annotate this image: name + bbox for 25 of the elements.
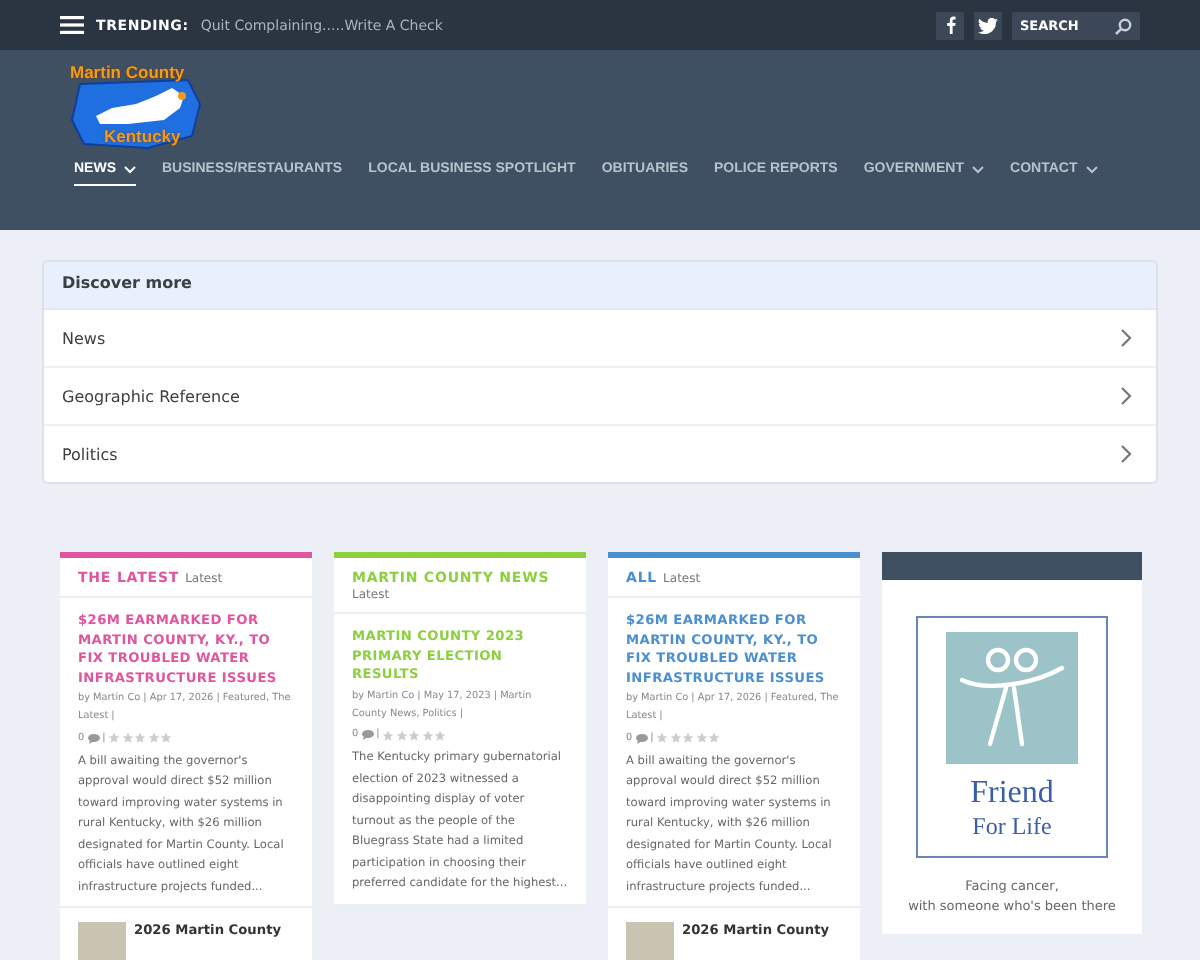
chevron-icon: [1120, 386, 1132, 406]
chevron-icon: [1120, 328, 1132, 348]
thumbnail-placeholder[interactable]: [626, 922, 674, 960]
facebook-icon: [945, 16, 955, 34]
discover-link[interactable]: Politics: [44, 426, 1156, 482]
discover-heading: Discover more: [44, 262, 1156, 310]
ad-logo-frame[interactable]: Friend For Life: [916, 616, 1108, 858]
menu-icon[interactable]: [60, 16, 84, 34]
facebook-button[interactable]: [936, 11, 964, 39]
comment-icon: [635, 733, 648, 743]
caret-icon: [1085, 165, 1098, 173]
thumbnail-placeholder[interactable]: [78, 922, 126, 960]
caret-icon: [972, 165, 985, 173]
twitter-button[interactable]: [974, 11, 1002, 39]
ad-logo-text: Friend: [970, 776, 1054, 812]
discover-link[interactable]: News: [44, 310, 1156, 368]
chevron-icon: [1120, 444, 1132, 464]
ad-logo-text: For Life: [972, 812, 1052, 842]
discover-link[interactable]: Geographic Reference: [44, 368, 1156, 426]
caret-icon: [124, 165, 136, 173]
comment-icon: [361, 730, 374, 740]
search-icon: [1114, 17, 1132, 35]
comment-icon: [87, 733, 100, 743]
figures-drawing: [946, 632, 1078, 764]
twitter-icon: [978, 17, 998, 33]
